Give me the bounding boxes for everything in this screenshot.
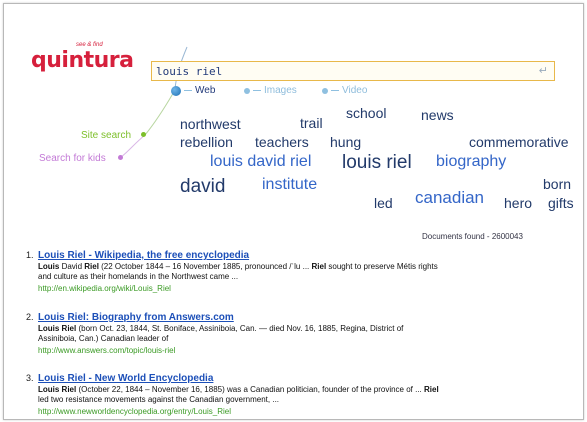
tab-dash (331, 90, 339, 91)
cloud-word-northwest[interactable]: northwest (180, 117, 241, 131)
tab-images[interactable]: Images (244, 85, 297, 96)
cloud-word-rebellion[interactable]: rebellion (180, 135, 233, 149)
result-number: 1. (26, 250, 34, 260)
cloud-word-school[interactable]: school (346, 106, 386, 120)
cloud-word-hero[interactable]: hero (504, 196, 532, 210)
snippet-bold: Louis (38, 262, 60, 271)
tab-web[interactable]: Web (171, 85, 215, 96)
documents-found-count: Documents found - 2600043 (422, 232, 523, 241)
result-snippet: Louis Riel (October 22, 1844 – November … (38, 385, 568, 405)
snippet-text: (born Oct. 23, 1844, St. Boniface, Assin… (76, 324, 404, 333)
cloud-word-commemorative[interactable]: commemorative (469, 135, 569, 149)
result-url[interactable]: http://www.newworldencyclopedia.org/entr… (38, 407, 231, 416)
snippet-bold: Riel (424, 385, 439, 394)
snippet-text: David (59, 262, 85, 271)
cloud-word-teachers[interactable]: teachers (255, 135, 309, 149)
result-title-link[interactable]: Louis Riel: Biography from Answers.com (38, 312, 234, 323)
tab-video[interactable]: Video (322, 85, 367, 96)
snippet-bold: Louis Riel (38, 385, 77, 394)
kids-search-link[interactable]: Search for kids (39, 153, 106, 164)
cloud-word-louis-david-riel[interactable]: louis david riel (210, 154, 311, 170)
tab-web-label: Web (195, 85, 216, 96)
snippet-bold: Riel (84, 262, 99, 271)
tab-video-label: Video (342, 85, 368, 96)
snippet-bold: Riel (311, 262, 327, 271)
cloud-word-institute[interactable]: institute (262, 177, 317, 193)
result-url[interactable]: http://en.wikipedia.org/wiki/Louis_Riel (38, 284, 171, 293)
result-snippet: Louis Riel (born Oct. 23, 1844, St. Boni… (38, 324, 568, 344)
web-dot-icon (171, 85, 181, 96)
tab-dash (184, 90, 192, 91)
browser-frame: quintura see & find ↵ Web Images Video S… (3, 3, 584, 420)
cloud-word-born[interactable]: born (543, 177, 571, 191)
result-url[interactable]: http://www.answers.com/topic/louis-riel (38, 346, 175, 355)
result-number: 2. (26, 312, 34, 322)
site-search-link[interactable]: Site search (81, 130, 131, 141)
snippet-text: Assiniboia, Can.) Canadian leader of (38, 334, 169, 343)
cloud-word-trail[interactable]: trail (300, 116, 323, 130)
cloud-word-gifts[interactable]: gifts (548, 196, 574, 210)
search-input[interactable] (156, 62, 526, 80)
cloud-word-louis-riel[interactable]: louis riel (342, 153, 412, 172)
tab-dash (253, 90, 261, 91)
search-box: ↵ (151, 61, 555, 81)
tab-images-label: Images (264, 85, 297, 96)
site-search-dot-icon (141, 132, 146, 137)
logo-tagline: see & find (76, 42, 103, 48)
snippet-text: (22 October 1844 – 16 November 1885, pro… (98, 262, 312, 271)
snippet-bold: Louis Riel (38, 324, 77, 333)
images-dot-icon (244, 87, 250, 94)
enter-icon[interactable]: ↵ (539, 64, 548, 77)
result-title-link[interactable]: Louis Riel - Wikipedia, the free encyclo… (38, 250, 249, 261)
cloud-word-news[interactable]: news (421, 108, 454, 122)
cloud-word-david[interactable]: david (180, 177, 225, 196)
snippet-text: sought to preserve Métis rights (326, 262, 438, 271)
video-dot-icon (322, 87, 328, 94)
snippet-text: and culture as their homelands in the No… (38, 272, 239, 281)
snippet-text: led two resistance movements against the… (38, 395, 280, 404)
cloud-word-canadian[interactable]: canadian (415, 189, 484, 206)
result-title-link[interactable]: Louis Riel - New World Encyclopedia (38, 373, 213, 384)
result-snippet: Louis David Riel (22 October 1844 – 16 N… (38, 262, 568, 282)
cloud-word-led[interactable]: led (374, 196, 393, 210)
cloud-word-hung[interactable]: hung (330, 135, 361, 149)
result-number: 3. (26, 373, 34, 383)
snippet-text: (October 22, 1844 – November 16, 1885) w… (76, 385, 424, 394)
cloud-word-biography[interactable]: biography (436, 154, 506, 170)
kids-search-dot-icon (118, 155, 123, 160)
quintura-logo[interactable]: quintura (31, 48, 134, 73)
